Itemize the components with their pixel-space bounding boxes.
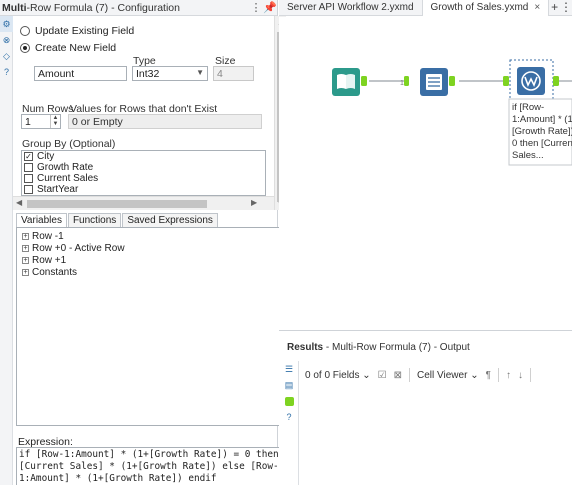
values-select[interactable]: 0 or Empty — [68, 114, 262, 129]
update-existing-option[interactable]: Update Existing Field — [20, 25, 134, 37]
scroll-left-icon[interactable]: ◀ — [16, 198, 22, 207]
divider — [529, 368, 531, 382]
output-anchor[interactable] — [553, 76, 559, 86]
workflow-diagram: 1 — [332, 59, 572, 166]
tab-server-api-workflow[interactable]: Server API Workflow 2.yxmd — [279, 0, 423, 16]
pin-icon[interactable]: 📌 — [263, 1, 277, 14]
list-icon[interactable]: ☰ — [279, 361, 299, 377]
expand-icon[interactable]: + — [22, 244, 29, 252]
list-item[interactable]: Current Sales — [22, 173, 265, 184]
expand-icon[interactable]: + — [22, 268, 29, 276]
tree-item[interactable]: + Row -1 — [17, 230, 282, 242]
expand-icon[interactable]: + — [22, 256, 29, 264]
uncheck-icon[interactable]: ⊠ — [394, 370, 402, 381]
chevron-down-icon: ▼ — [196, 68, 204, 77]
output-anchor[interactable] — [361, 76, 367, 86]
config-title-bar: Multi-Row Formula (7) - Configuration ⋮ … — [0, 0, 277, 16]
config-settings-area: Update Existing Field Create New Field T… — [13, 16, 274, 196]
checkbox[interactable] — [24, 174, 33, 183]
input-anchor[interactable] — [404, 76, 409, 86]
scroll-thumb[interactable] — [27, 200, 207, 208]
checkbox[interactable] — [24, 163, 33, 172]
tree-item[interactable]: + Row +0 - Active Row — [17, 242, 282, 254]
table-icon[interactable]: ▤ — [279, 377, 299, 393]
output-anchor[interactable] — [449, 76, 455, 86]
expression-tabs: Variables Functions Saved Expressions — [16, 213, 219, 227]
divider — [409, 368, 411, 382]
list-item[interactable]: ✓ City — [22, 151, 265, 162]
horizontal-scrollbar[interactable]: ◀ ▶ — [13, 196, 274, 210]
config-sidebar: ⚙ ⊗ ◇ ? — [0, 16, 13, 485]
tool-annotation: if [Row- 1:Amount] * (1+ [Growth Rate]) … — [512, 102, 572, 161]
results-toolbar: 0 of 0 Fields ⌄ ☑ ⊠ Cell Viewer ⌄ ¶ ↑ ↓ — [305, 367, 531, 383]
multi-row-formula-tool[interactable] — [517, 67, 545, 95]
type-value: Int32 — [136, 68, 160, 80]
config-title: Multi-Row Formula (7) - Configuration — [2, 1, 180, 14]
type-select[interactable]: Int32 ▼ — [132, 66, 208, 81]
list-item[interactable]: StartYear — [22, 184, 265, 195]
create-new-label: Create New Field — [35, 42, 117, 54]
size-input: 4 — [213, 66, 254, 81]
tag-icon[interactable]: ◇ — [0, 48, 13, 64]
fields-dropdown[interactable]: 0 of 0 Fields ⌄ — [305, 370, 371, 381]
update-existing-label: Update Existing Field — [35, 25, 135, 37]
divider — [497, 368, 499, 382]
checkbox[interactable]: ✓ — [24, 152, 33, 161]
configuration-panel: Multi-Row Formula (7) - Configuration ⋮ … — [0, 0, 286, 485]
variables-tree: + Row -1 + Row +0 - Active Row + Row +1 … — [16, 227, 283, 426]
cell-viewer-dropdown[interactable]: Cell Viewer ⌄ — [417, 370, 479, 381]
stepper-buttons[interactable]: ▲ ▼ — [50, 115, 60, 128]
formula-tool[interactable] — [420, 68, 448, 96]
expression-editor[interactable]: if [Row-1:Amount] * (1+[Growth Rate]) = … — [16, 447, 283, 485]
arrow-up-icon[interactable]: ↑ — [506, 370, 511, 381]
tree-item[interactable]: + Constants — [17, 266, 282, 278]
more-options-icon[interactable]: ⋮ — [249, 1, 263, 14]
num-rows-value: 1 — [25, 116, 31, 128]
tab-growth-of-sales[interactable]: Growth of Sales.yxmd × — [422, 0, 550, 16]
help-icon[interactable]: ? — [279, 409, 299, 425]
gear-icon[interactable]: ⚙ — [0, 16, 13, 32]
output-anchor-icon[interactable] — [279, 393, 299, 409]
add-tab-button[interactable]: + — [549, 0, 560, 15]
field-name-input[interactable]: Amount — [34, 66, 127, 81]
create-new-radio[interactable] — [20, 43, 30, 53]
workflow-canvas[interactable]: 1 if [Row- 1:Amount] * (1+ [Growth Rate]… — [279, 17, 572, 330]
expand-icon[interactable]: + — [22, 232, 29, 240]
num-rows-stepper[interactable]: 1 ▲ ▼ — [21, 114, 61, 129]
results-sidebar: ☰ ▤ ? — [279, 361, 299, 485]
create-new-option[interactable]: Create New Field — [20, 42, 116, 54]
more-options-icon[interactable]: ⋮ — [560, 0, 572, 15]
checkbox[interactable] — [24, 185, 33, 194]
arrow-down-icon[interactable]: ↓ — [518, 370, 523, 381]
input-anchor[interactable] — [503, 76, 509, 86]
tab-saved-expressions[interactable]: Saved Expressions — [122, 213, 218, 227]
results-title: Results - Multi-Row Formula (7) - Output — [287, 342, 470, 353]
list-item[interactable]: Growth Rate — [22, 162, 265, 173]
group-by-label: Group By (Optional) — [22, 138, 116, 150]
update-existing-radio[interactable] — [20, 26, 30, 36]
tab-variables[interactable]: Variables — [16, 213, 67, 227]
tab-functions[interactable]: Functions — [67, 213, 122, 227]
chevron-down-icon: ⌄ — [470, 369, 479, 381]
input-data-tool[interactable] — [332, 68, 360, 96]
close-circle-icon[interactable]: ⊗ — [0, 32, 13, 48]
results-panel: Results - Multi-Row Formula (7) - Output… — [279, 330, 572, 485]
group-by-list: ✓ City Growth Rate Current Sales StartYe… — [21, 150, 266, 196]
document-tabs: Server API Workflow 2.yxmd Growth of Sal… — [279, 0, 572, 16]
scroll-right-icon[interactable]: ▶ — [251, 198, 257, 207]
connector-label: 1 — [400, 80, 404, 87]
check-icon[interactable]: ☑ — [378, 370, 387, 381]
help-icon[interactable]: ? — [0, 64, 13, 80]
chevron-down-icon: ⌄ — [362, 369, 371, 381]
tree-item[interactable]: + Row +1 — [17, 254, 282, 266]
config-body: Update Existing Field Create New Field T… — [13, 16, 286, 485]
close-icon[interactable]: × — [534, 2, 540, 13]
paragraph-icon[interactable]: ¶ — [486, 370, 491, 381]
